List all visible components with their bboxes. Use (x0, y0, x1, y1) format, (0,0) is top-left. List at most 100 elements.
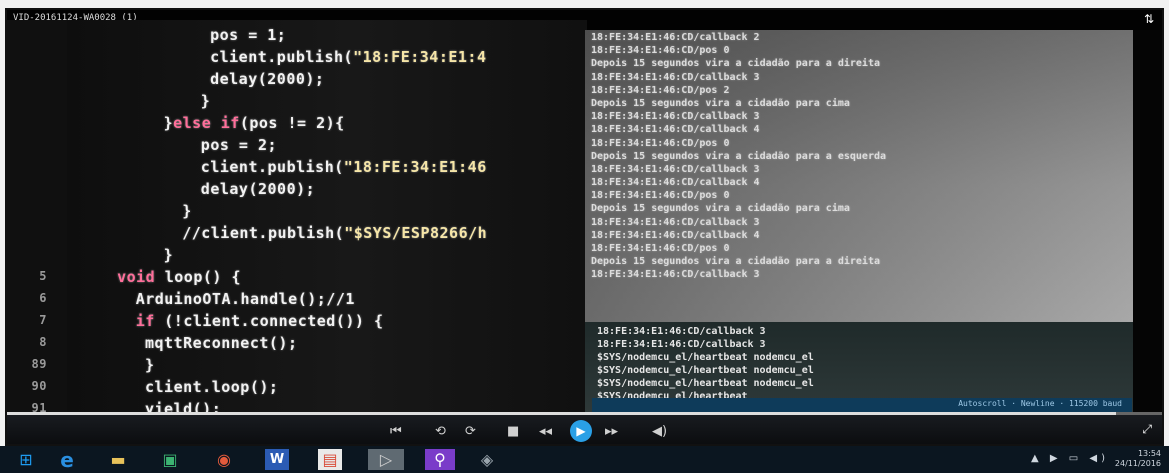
serial-line: 18:FE:34:E1:46:CD/pos 0 (591, 190, 730, 202)
code-line: }else if(pos != 2){ (7, 114, 587, 136)
code-line: client.publish("18:FE:34:E1:4 (7, 48, 587, 70)
start-icon[interactable]: ⊞ (14, 449, 38, 470)
serial-line: $SYS/nodemcu_el/heartbeat nodemcu_el (597, 352, 814, 363)
serial-line: 18:FE:34:E1:46:CD/callback 3 (597, 326, 766, 337)
serial-line: 18:FE:34:E1:46:CD/callback 4 (591, 177, 760, 189)
serial-line: 18:FE:34:E1:46:CD/pos 2 (591, 84, 730, 96)
code-text: client.loop(); (145, 378, 279, 396)
code-line: pos = 1; (7, 26, 587, 48)
volume-icon[interactable]: ◀) (652, 424, 667, 439)
player-controls: ⏮ ⟲ ⟳ ■ ◂◂ ▶ ▸▸ ◀) ⤢ (7, 412, 1162, 444)
video-player-window: VID-20161124-WA0028 (1) ⇅ pos = 1; client… (5, 8, 1164, 446)
code-line: } (7, 92, 587, 114)
code-text: pos = 2; (200, 136, 278, 154)
taskbar-clock[interactable]: 13:54 24/11/2016 (1101, 449, 1161, 469)
chrome-icon[interactable]: ◉ (212, 449, 236, 470)
clock-time: 13:54 (1137, 449, 1161, 458)
serial-line: 18:FE:34:E1:46:CD/callback 3 (591, 111, 760, 123)
code-line: client.publish("18:FE:34:E1:46 (7, 158, 587, 180)
app-icon-1[interactable]: ▤ (318, 449, 342, 470)
serial-line: 18:FE:34:E1:46:CD/callback 3 (591, 216, 760, 228)
code-editor-pane: pos = 1; client.publish("18:FE:34:E1:4 del… (7, 20, 587, 430)
code-line: 8 mqttReconnect(); (7, 334, 587, 356)
back-icon[interactable]: ⟲ (435, 424, 446, 439)
code-text: ArduinoOTA.handle();//1 (135, 290, 355, 308)
serial-line: Depois 15 segundos vira a cidadão para a… (591, 58, 880, 70)
serial-line: Depois 15 segundos vira a cidadão para a… (591, 150, 887, 162)
media-player-icon[interactable]: ▷ (368, 449, 404, 470)
line-number: 5 (39, 269, 47, 283)
serial-line: 18:FE:34:E1:46:CD/callback 4 (591, 124, 760, 136)
code-line: } (7, 246, 587, 268)
rewind-icon[interactable]: ⏮ (390, 424, 402, 439)
clock-date: 24/11/2016 (1114, 459, 1161, 468)
serial-line: 18:FE:34:E1:46:CD/callback 3 (591, 269, 760, 281)
code-text: } (145, 356, 155, 374)
serial-line: 18:FE:34:E1:46:CD/pos 0 (591, 137, 730, 149)
serial-line: 18:FE:34:E1:46:CD/pos 0 (591, 45, 730, 57)
line-number: 6 (39, 291, 47, 305)
code-line: 7 if (!client.connected()) { (7, 312, 587, 334)
serial-line: 18:FE:34:E1:46:CD/callback 3 (597, 339, 766, 350)
code-line: delay(2000); (7, 180, 587, 202)
code-text: void loop() { (117, 268, 241, 286)
system-tray-icons[interactable]: ▲ ▶ ▭ ◀) (1031, 453, 1109, 464)
word-icon[interactable]: W (265, 449, 289, 470)
seek-bar[interactable] (7, 412, 1162, 415)
code-text: client.publish("18:FE:34:E1:4 (210, 48, 487, 66)
line-number: 8 (39, 335, 47, 349)
screen-capture: VID-20161124-WA0028 (1) ⇅ pos = 1; client… (0, 0, 1169, 473)
serial-line: Depois 15 segundos vira a cidadão para c… (591, 203, 850, 215)
file-explorer-icon[interactable]: ▬ (106, 449, 130, 470)
code-text: //client.publish("$SYS/ESP8266/h (182, 224, 488, 242)
next-icon[interactable]: ▸▸ (605, 424, 618, 439)
code-text: mqttReconnect(); (145, 334, 298, 352)
code-line: pos = 2; (7, 136, 587, 158)
code-text: delay(2000); (210, 70, 325, 88)
store-icon[interactable]: ▣ (158, 449, 182, 470)
code-line: 90 client.loop(); (7, 378, 587, 400)
internet-explorer-icon[interactable]: e (55, 448, 79, 472)
loop-icon[interactable]: ⟳ (465, 424, 476, 439)
serial-output: 18:FE:34:E1:46:CD/callback 2 18:FE:34:E1:… (591, 32, 886, 283)
code-line: //client.publish("$SYS/ESP8266/h (7, 224, 587, 246)
previous-icon[interactable]: ◂◂ (539, 424, 552, 439)
window-menu-icon[interactable]: ⇅ (1144, 12, 1154, 26)
serial-status-text: Autoscroll · Newline · 115200 baud (958, 399, 1122, 408)
serial-line: Depois 15 segundos vira a cidadão para c… (591, 97, 850, 109)
app-icon-3[interactable]: ◈ (475, 449, 499, 470)
serial-line: $SYS/nodemcu_el/heartbeat nodemcu_el (597, 378, 814, 389)
line-number: 7 (39, 313, 47, 327)
taskbar: ⊞ e ▬ ▣ ◉ W ▤ ▷ ⚲ ◈ ▲ ▶ ▭ ◀) 13:54 24/11… (0, 446, 1169, 473)
code-lines: pos = 1; client.publish("18:FE:34:E1:4 del… (7, 26, 587, 430)
serial-line: 18:FE:34:E1:46:CD/pos 0 (591, 243, 730, 254)
seek-bar-fill (7, 412, 1116, 415)
search-icon[interactable]: ⚲ (425, 449, 455, 470)
code-line: 5 void loop() { (7, 268, 587, 290)
serial-line: $SYS/nodemcu_el/heartbeat nodemcu_el (597, 365, 814, 376)
serial-monitor-pane: 18:FE:34:E1:46:CD/callback 2 18:FE:34:E1:… (585, 30, 1133, 418)
code-text: } (163, 246, 174, 264)
code-text: if (!client.connected()) { (135, 312, 384, 330)
play-button[interactable]: ▶ (570, 420, 592, 442)
code-line: delay(2000); (7, 70, 587, 92)
serial-status-bar: Autoscroll · Newline · 115200 baud (592, 398, 1132, 412)
code-text: } (182, 202, 192, 220)
serial-line: 18:FE:34:E1:46:CD/callback 3 (591, 163, 760, 175)
line-number: 89 (31, 357, 47, 371)
serial-line: 18:FE:34:E1:46:CD/callback 3 (591, 71, 760, 83)
serial-line: 18:FE:34:E1:46:CD/callback 2 (591, 32, 760, 43)
stop-icon[interactable]: ■ (507, 424, 519, 439)
code-line: } (7, 202, 587, 224)
code-line: 89} (7, 356, 587, 378)
code-text: delay(2000); (200, 180, 316, 198)
serial-line: 18:FE:34:E1:46:CD/callback 4 (591, 229, 760, 241)
code-text: }else if(pos != 2){ (163, 114, 345, 132)
serial-line: Depois 15 segundos vira a cidadão para a… (591, 256, 880, 268)
fullscreen-icon[interactable]: ⤢ (1142, 422, 1152, 437)
code-line: 6 ArduinoOTA.handle();//1 (7, 290, 587, 312)
code-text: } (200, 92, 211, 110)
code-text: pos = 1; (210, 26, 287, 44)
line-number: 90 (31, 379, 47, 393)
code-text: client.publish("18:FE:34:E1:46 (200, 158, 487, 176)
